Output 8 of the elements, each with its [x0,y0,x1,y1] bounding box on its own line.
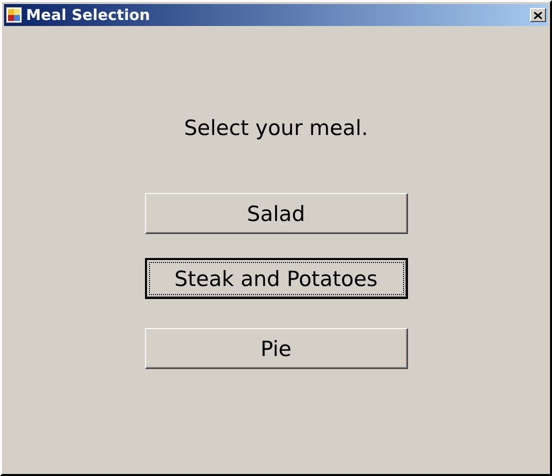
window-title: Meal Selection [26,6,150,24]
meal-button[interactable]: Pie [144,328,408,369]
close-button[interactable] [530,8,546,22]
prompt-text: Select your meal. [184,116,368,140]
meal-button[interactable]: Salad [144,193,408,234]
app-icon [6,7,22,23]
close-icon [534,12,542,18]
meal-button[interactable]: Steak and Potatoes [144,258,408,299]
